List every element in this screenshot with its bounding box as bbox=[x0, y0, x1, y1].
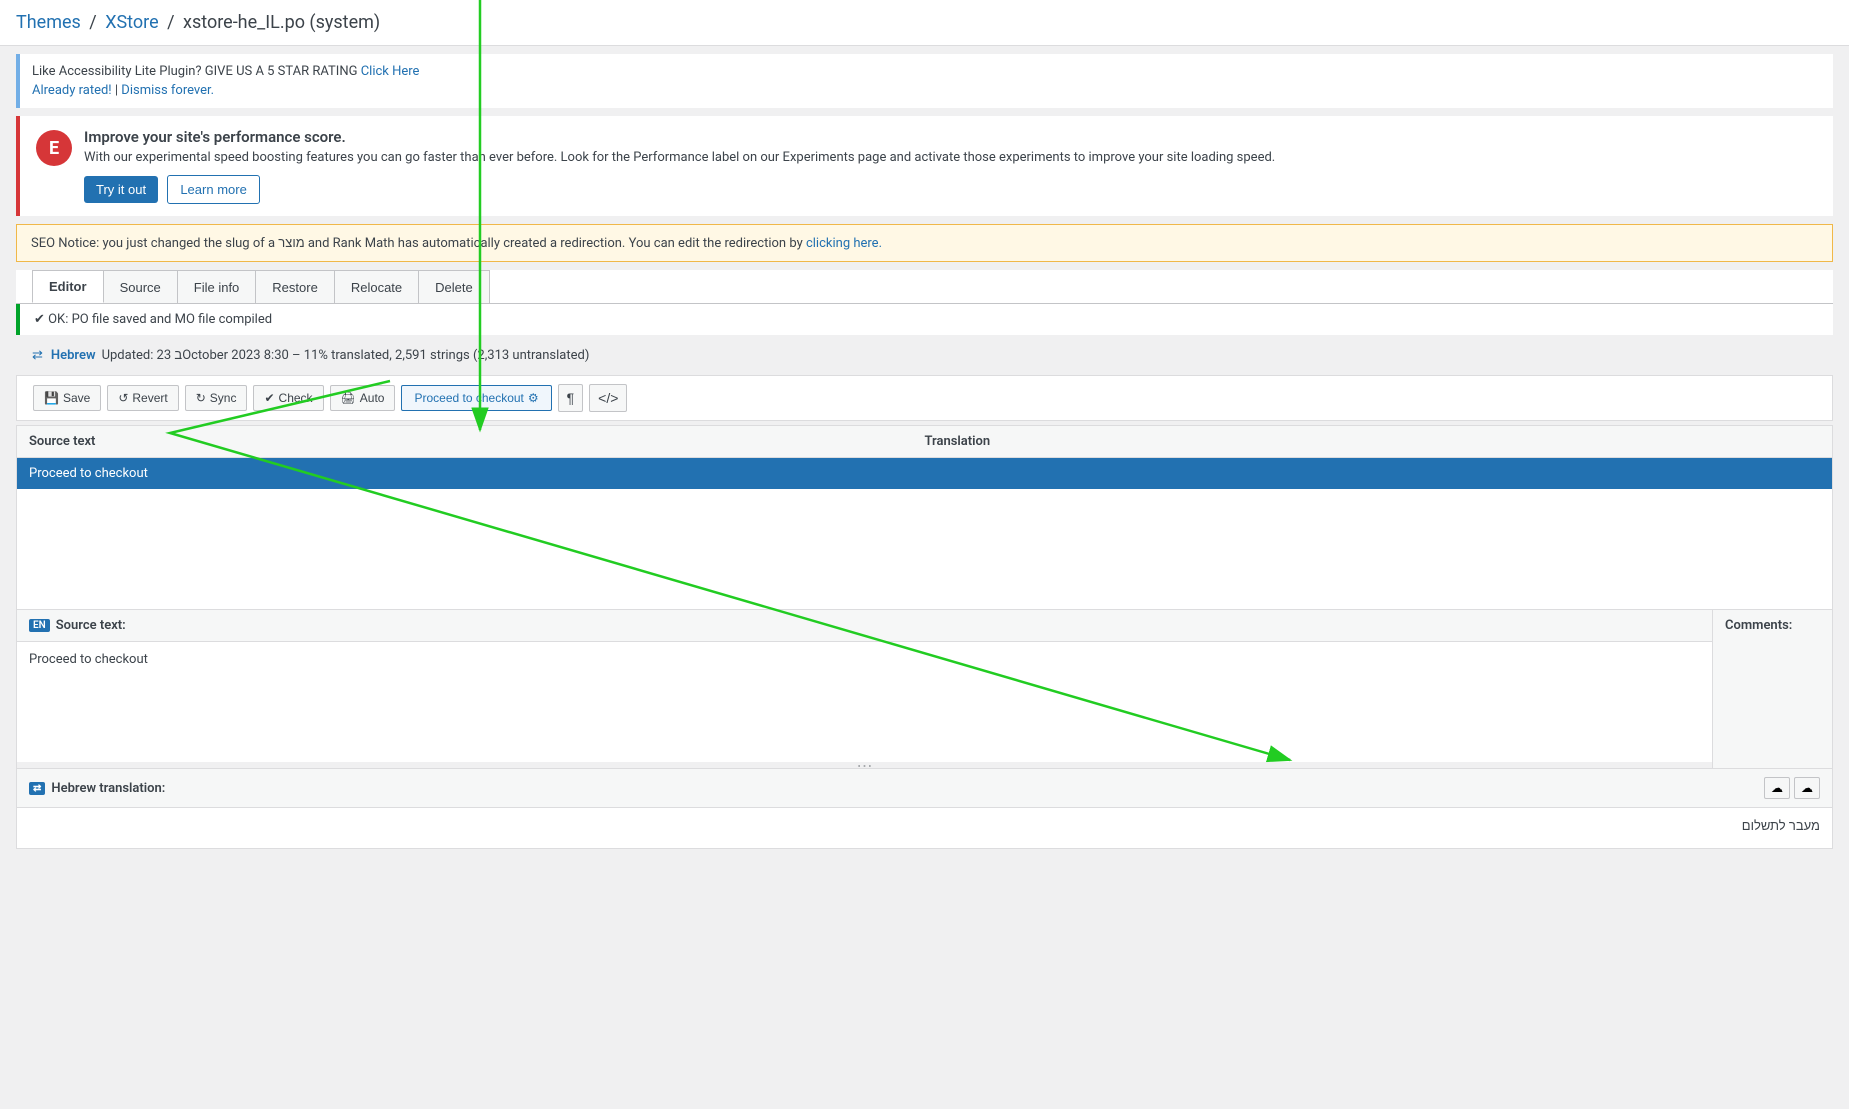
action-toolbar: 💾 Save ↺ Revert ↻ Sync ✔ Check 🖨 Auto Pr… bbox=[16, 375, 1833, 421]
comments-label: Comments: bbox=[1725, 618, 1792, 633]
performance-content: Improve your site's performance score. W… bbox=[84, 128, 1275, 204]
tab-restore[interactable]: Restore bbox=[255, 270, 335, 303]
source-text-section: EN Source text: Proceed to checkout Comm… bbox=[16, 610, 1833, 769]
breadcrumb-xstore[interactable]: XStore bbox=[105, 12, 158, 33]
auto-label: Auto bbox=[360, 391, 385, 405]
tab-editor[interactable]: Editor bbox=[32, 270, 104, 303]
source-text-label: EN Source text: bbox=[17, 610, 1712, 642]
sep1: / bbox=[89, 12, 101, 33]
check-button[interactable]: ✔ Check bbox=[253, 385, 323, 411]
tab-file-info[interactable]: File info bbox=[177, 270, 257, 303]
breadcrumb-themes[interactable]: Themes bbox=[16, 12, 81, 33]
performance-description: With our experimental speed boosting fea… bbox=[84, 150, 1275, 165]
source-text-content: Proceed to checkout bbox=[17, 642, 1712, 762]
tab-relocate[interactable]: Relocate bbox=[334, 270, 419, 303]
ok-notice: ✔ OK: PO file saved and MO file compiled bbox=[16, 304, 1833, 335]
hebrew-copy-button2[interactable]: ☁ bbox=[1794, 777, 1820, 799]
source-main: EN Source text: Proceed to checkout bbox=[17, 610, 1712, 768]
col-source-text: Source text bbox=[29, 434, 925, 449]
tabs-bar: Editor Source File info Restore Relocate… bbox=[16, 270, 1833, 304]
row-translation-text bbox=[925, 466, 1821, 481]
translation-table: Source text Translation Proceed to check… bbox=[16, 425, 1833, 610]
breadcrumb: Themes / XStore / xstore-he_IL.po (syste… bbox=[0, 0, 1849, 46]
performance-notice: E Improve your site's performance score.… bbox=[16, 116, 1833, 216]
proceed-to-checkout-button[interactable]: Proceed to checkout ⚙ bbox=[401, 385, 551, 411]
ok-text: ✔ OK: PO file saved and MO file compiled bbox=[34, 312, 272, 327]
language-icon: ⇄ bbox=[32, 348, 43, 363]
save-label: Save bbox=[63, 391, 90, 405]
source-text-value: Proceed to checkout bbox=[29, 652, 148, 667]
table-row[interactable]: Proceed to checkout bbox=[17, 458, 1832, 489]
resize-handle[interactable] bbox=[17, 762, 1712, 768]
auto-button[interactable]: 🖨 Auto bbox=[330, 385, 396, 411]
comments-panel: Comments: bbox=[1712, 610, 1832, 768]
accessibility-notice: Like Accessibility Lite Plugin? GIVE US … bbox=[16, 54, 1833, 108]
sync-icon: ↻ bbox=[196, 391, 206, 405]
hebrew-badge: ⇄ bbox=[29, 782, 45, 795]
source-text-title: Source text: bbox=[56, 618, 126, 633]
paragraph-button[interactable]: ¶ bbox=[558, 384, 584, 412]
sep2: / bbox=[167, 12, 179, 33]
seo-notice: SEO Notice: you just changed the slug of… bbox=[16, 224, 1833, 262]
proceed-icon: ⚙ bbox=[528, 391, 539, 405]
save-button[interactable]: 💾 Save bbox=[33, 385, 101, 411]
check-icon: ✔ bbox=[264, 391, 274, 405]
hebrew-actions: ☁ ☁ bbox=[1764, 777, 1820, 799]
dismiss-link[interactable]: Dismiss forever. bbox=[121, 83, 214, 98]
revert-icon: ↺ bbox=[118, 391, 128, 405]
save-icon: 💾 bbox=[44, 391, 59, 405]
already-rated-link[interactable]: Already rated! bbox=[32, 83, 112, 98]
accessibility-line1: Like Accessibility Lite Plugin? GIVE US … bbox=[32, 64, 1821, 79]
file-info-bar: ⇄ Hebrew Updated: 23 בOctober 2023 8:30 … bbox=[16, 339, 1833, 371]
file-updated-text: Updated: 23 בOctober 2023 8:30 – 11% tra… bbox=[102, 347, 590, 363]
try-it-out-button[interactable]: Try it out bbox=[84, 176, 158, 203]
breadcrumb-current: xstore-he_IL.po (system) bbox=[183, 12, 380, 33]
hebrew-title: Hebrew translation: bbox=[51, 781, 165, 796]
performance-icon: E bbox=[36, 130, 72, 166]
table-empty-area bbox=[17, 489, 1832, 609]
accessibility-text: Like Accessibility Lite Plugin? GIVE US … bbox=[32, 64, 357, 79]
performance-title: Improve your site's performance score. bbox=[84, 128, 1275, 146]
seo-link[interactable]: clicking here. bbox=[806, 236, 882, 251]
tab-delete[interactable]: Delete bbox=[418, 270, 490, 303]
en-badge: EN bbox=[29, 619, 50, 632]
source-translation-row: EN Source text: Proceed to checkout Comm… bbox=[17, 610, 1832, 768]
revert-button[interactable]: ↺ Revert bbox=[107, 385, 178, 411]
hebrew-label: ⇄ Hebrew translation: ☁ ☁ bbox=[17, 769, 1832, 808]
check-label: Check bbox=[279, 391, 313, 405]
language-link[interactable]: Hebrew bbox=[51, 348, 96, 363]
accessibility-line2: Already rated! | Dismiss forever. bbox=[32, 83, 1821, 98]
hebrew-text-value: מעבר לתשלום bbox=[1742, 819, 1820, 834]
col-translation: Translation bbox=[925, 434, 1821, 449]
hebrew-copy-button1[interactable]: ☁ bbox=[1764, 777, 1790, 799]
hebrew-content[interactable]: מעבר לתשלום bbox=[17, 808, 1832, 848]
sync-label: Sync bbox=[210, 391, 237, 405]
sync-button[interactable]: ↻ Sync bbox=[185, 385, 248, 411]
accessibility-click-here[interactable]: Click Here bbox=[361, 64, 420, 79]
proceed-label: Proceed to checkout bbox=[414, 391, 523, 405]
auto-icon: 🖨 bbox=[341, 391, 356, 405]
tab-source[interactable]: Source bbox=[103, 270, 178, 303]
revert-label: Revert bbox=[132, 391, 167, 405]
hebrew-section: ⇄ Hebrew translation: ☁ ☁ מעבר לתשלום bbox=[16, 769, 1833, 849]
row-source-text: Proceed to checkout bbox=[29, 466, 925, 481]
code-button[interactable]: </> bbox=[589, 384, 627, 412]
table-header: Source text Translation bbox=[17, 426, 1832, 458]
learn-more-button[interactable]: Learn more bbox=[167, 175, 259, 204]
